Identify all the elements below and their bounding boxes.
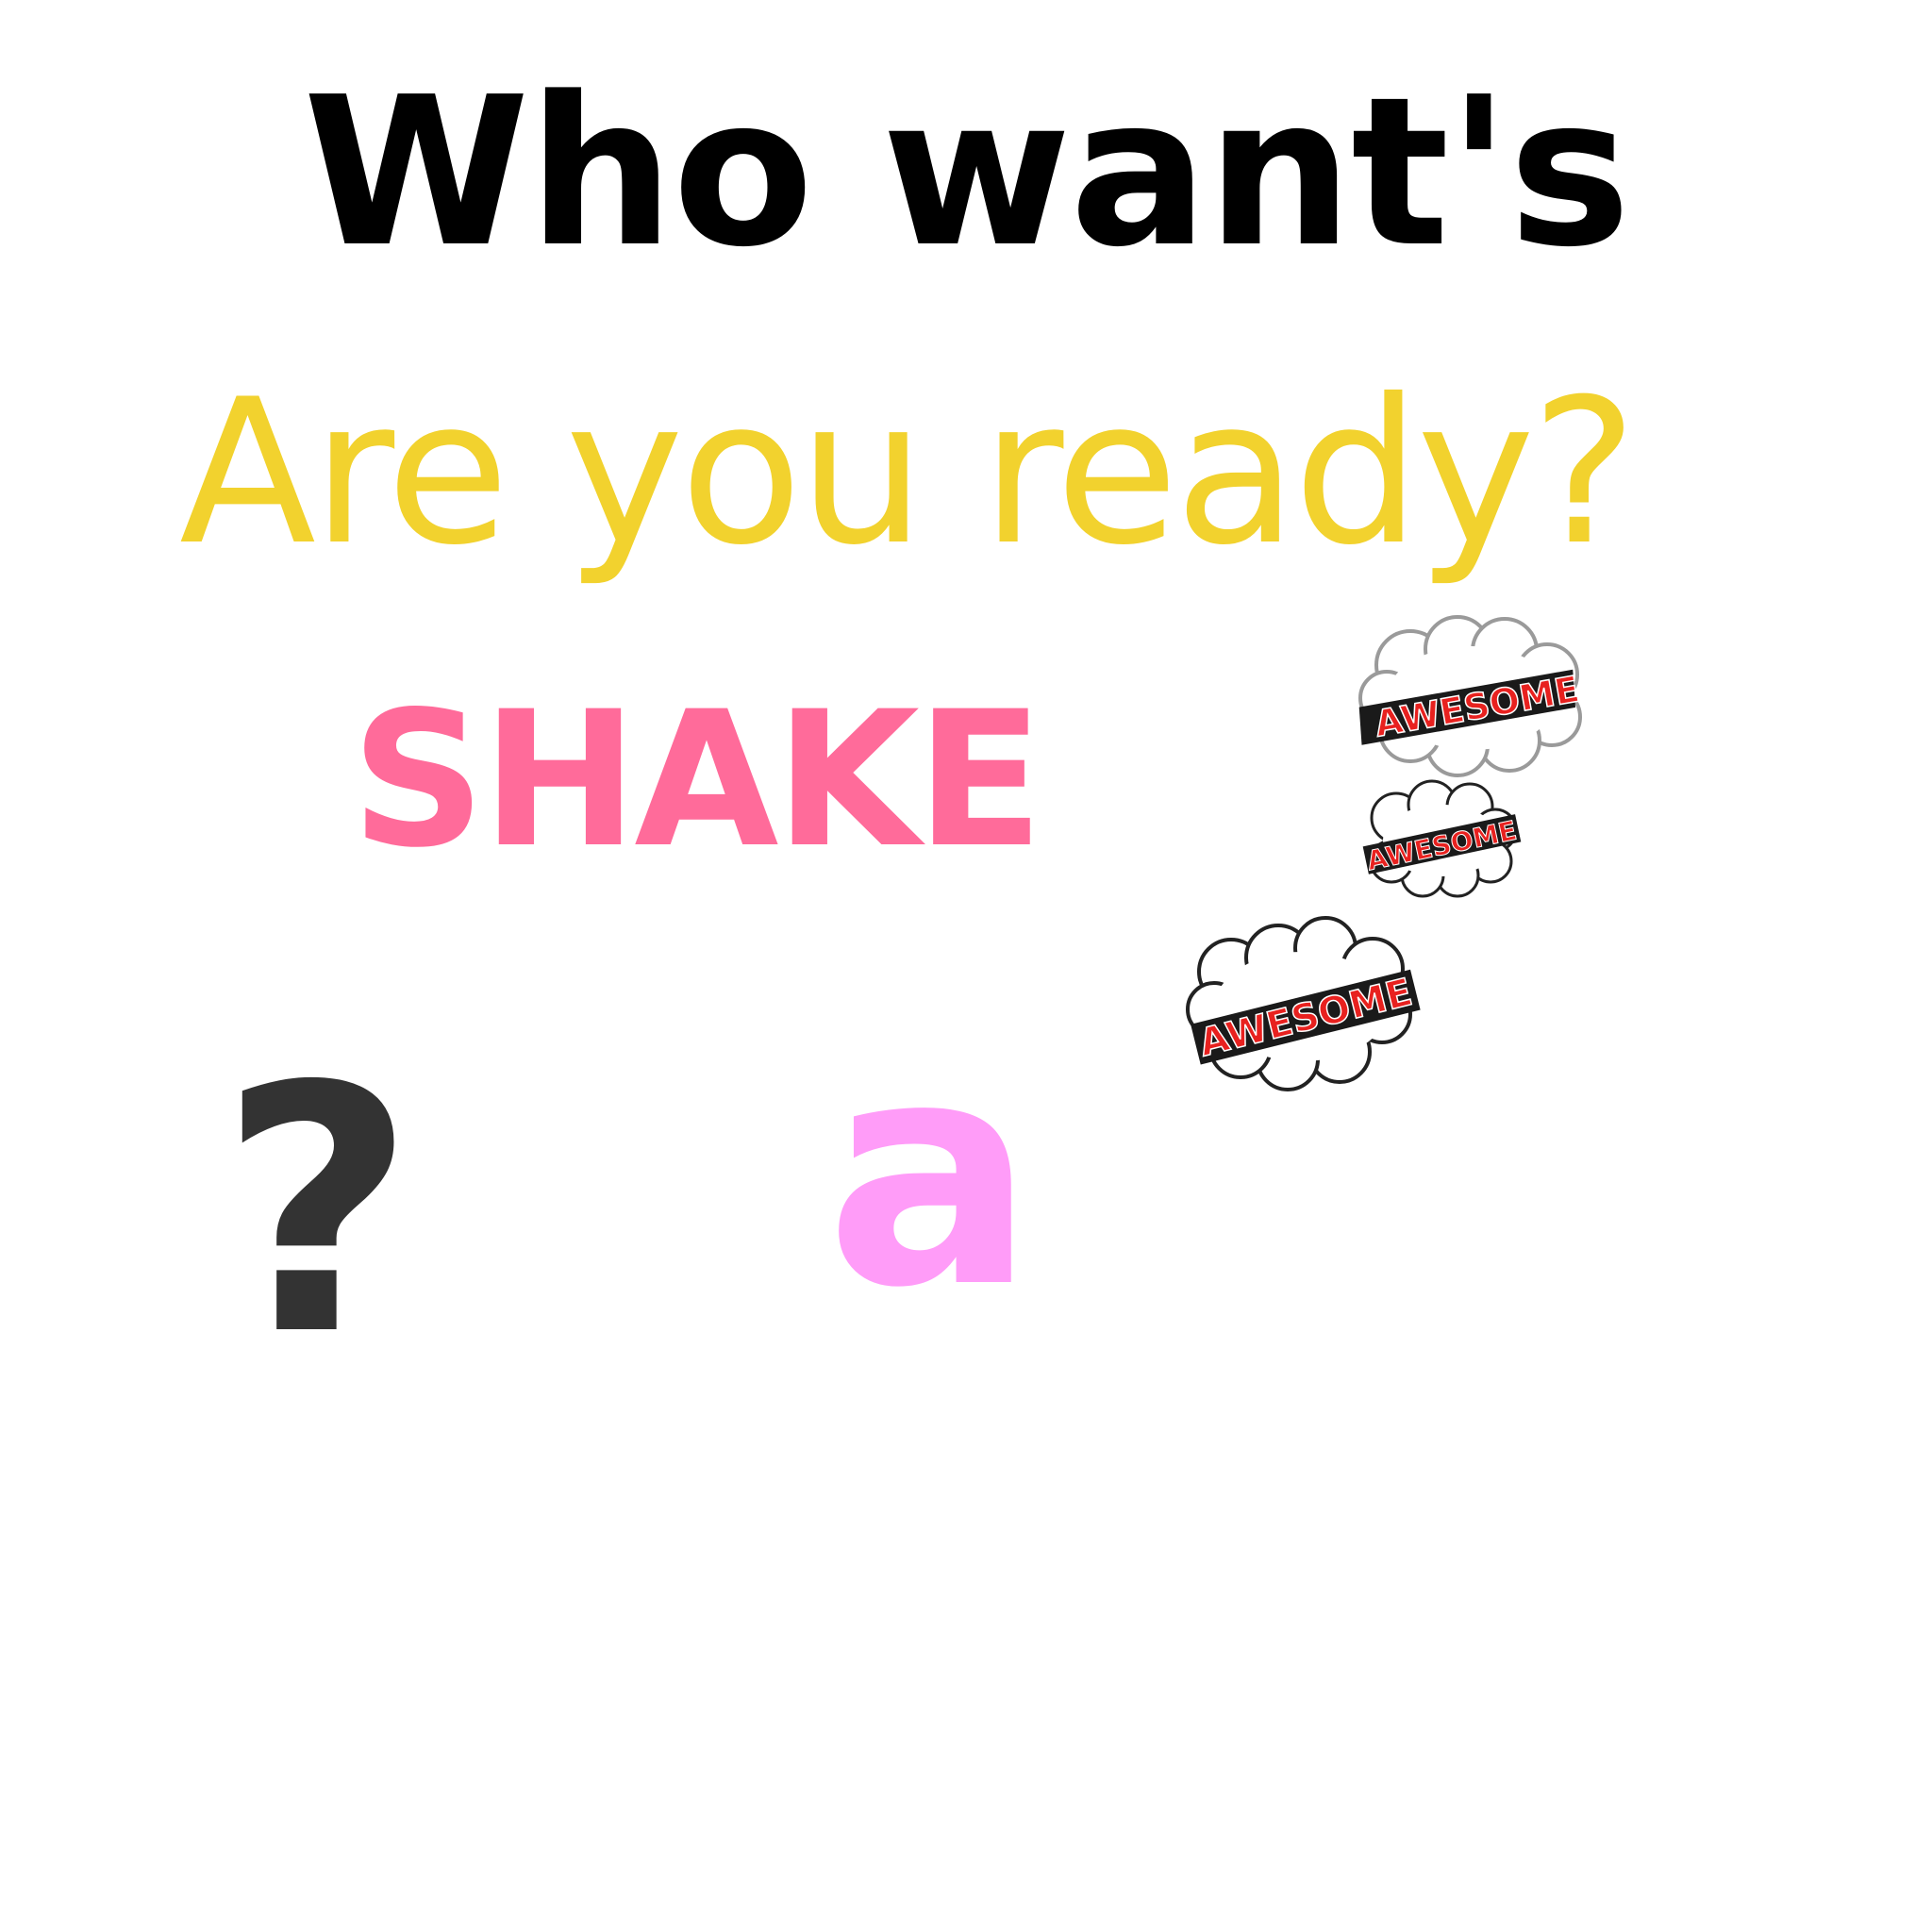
cloud-burst-icon: AWESOME [1362,779,1522,898]
cloud-burst-icon: AWESOME [1358,615,1583,777]
shake-text: SHAKE [351,671,1043,889]
awesome-sticker-1: AWESOME [1358,613,1594,783]
cloud-burst-icon: AWESOME [1186,916,1421,1091]
question-mark-glyph: ? [219,1014,416,1409]
awesome-sticker-3: AWESOME [1184,916,1424,1091]
awesome-sticker-2: AWESOME [1358,778,1524,898]
headline-text: Who want's [303,54,1631,292]
letter-a-glyph: a [825,993,1036,1356]
subline-text: Are you ready? [179,356,1638,589]
